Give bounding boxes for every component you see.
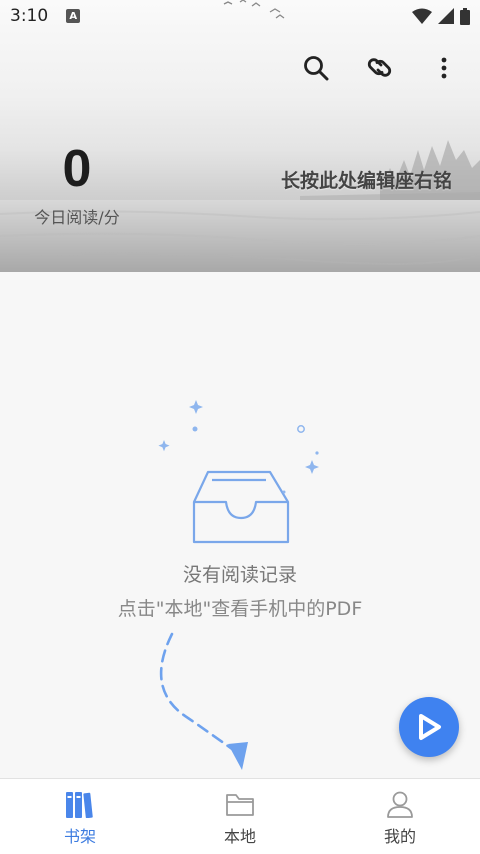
nav-item-profile[interactable]: 我的 — [320, 779, 480, 854]
more-vert-icon — [441, 57, 447, 79]
nav-label-local: 本地 — [223, 826, 256, 846]
hint-arrow-icon — [159, 632, 248, 770]
header-banner[interactable]: 3:10 A 0 今日阅读/分 长按此处编辑座右铭 — [0, 0, 480, 272]
nav-label-profile: 我的 — [383, 826, 416, 846]
bookshelf-icon — [66, 791, 93, 818]
search-button[interactable] — [300, 52, 332, 84]
search-icon — [304, 56, 329, 81]
empty-state-title: 没有阅读记录 — [182, 564, 297, 586]
signal-icon — [438, 8, 454, 24]
lake-background — [0, 0, 480, 272]
play-fab-button[interactable] — [399, 697, 459, 757]
today-reading: 0 今日阅读/分 — [22, 138, 132, 228]
status-time: 3:10 — [10, 6, 49, 26]
nav-item-local[interactable]: 本地 — [160, 779, 320, 854]
battery-icon — [460, 7, 470, 25]
nav-label-bookshelf: 书架 — [63, 826, 96, 846]
today-reading-value: 0 — [62, 140, 92, 198]
empty-inbox-illustration — [158, 400, 319, 544]
wifi-icon — [412, 8, 432, 24]
link-button[interactable] — [364, 52, 396, 84]
link-icon — [367, 58, 392, 77]
today-reading-label: 今日阅读/分 — [34, 208, 120, 227]
folder-icon — [226, 793, 254, 816]
empty-state-hint: 点击"本地"查看手机中的PDF — [117, 598, 363, 620]
bottom-navigation: 书架 本地 我的 — [0, 778, 480, 854]
notification-icon: A — [66, 9, 81, 23]
motto-text[interactable]: 长按此处编辑座右铭 — [281, 166, 452, 193]
more-button[interactable] — [428, 52, 460, 84]
toolbar — [300, 52, 460, 84]
nav-item-bookshelf[interactable]: 书架 — [0, 779, 160, 854]
status-bar: 3:10 A — [0, 0, 480, 32]
play-icon — [419, 714, 441, 740]
profile-icon — [387, 791, 413, 818]
